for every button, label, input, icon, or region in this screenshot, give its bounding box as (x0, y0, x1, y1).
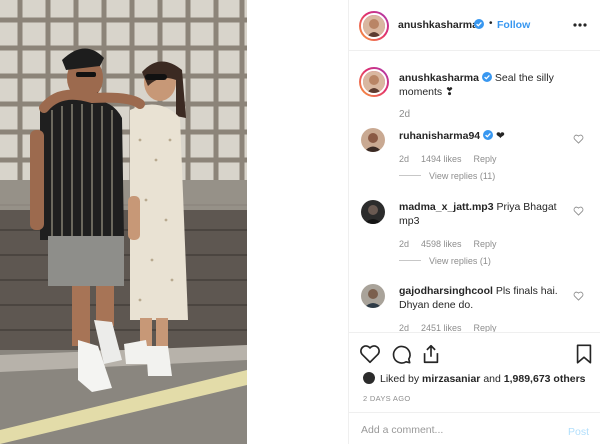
comment-avatar[interactable] (361, 200, 385, 224)
comment-username[interactable]: gajodharsinghcool (399, 285, 493, 297)
comment-likes[interactable]: 4598 likes (421, 239, 462, 249)
reply-button[interactable]: Reply (474, 239, 497, 249)
post-actions: Liked by mirzasaniar and 1,989,673 other… (349, 332, 600, 412)
comments-list[interactable]: anushkasharma Seal the silly moments ❣ 2… (349, 52, 600, 332)
comment-avatar[interactable] (361, 284, 385, 308)
liked-by-label: Liked by (380, 373, 420, 385)
caption: anushkasharma Seal the silly moments ❣ (399, 71, 589, 99)
liker-username[interactable]: mirzasaniar (422, 373, 480, 385)
author-avatar[interactable] (359, 11, 389, 41)
comment-time: 2d (399, 323, 410, 332)
comment-text: ❤ (496, 130, 505, 142)
comment-likes[interactable]: 1494 likes (421, 154, 462, 164)
heart-icon[interactable] (359, 343, 381, 365)
likes-count[interactable]: 1,989,673 others (504, 373, 586, 385)
add-comment-bar: Post (349, 412, 600, 444)
comment-time: 2d (399, 154, 410, 164)
verified-badge-icon (483, 130, 494, 140)
view-replies-button[interactable]: View replies (1) (399, 256, 491, 266)
share-icon[interactable] (420, 343, 442, 365)
view-replies-button[interactable]: View replies (11) (399, 171, 495, 181)
comment-meta: 2d 1494 likes Reply (399, 154, 509, 164)
post-comment-button[interactable]: Post (568, 426, 589, 438)
header-separator: • (489, 18, 493, 29)
reply-button[interactable]: Reply (474, 154, 497, 164)
comment-username[interactable]: ruhanisharma94 (399, 130, 480, 142)
caption-username[interactable]: anushkasharma (399, 72, 479, 84)
post-timestamp[interactable]: 2 DAYS AGO (363, 394, 410, 403)
likes-summary: Liked by mirzasaniar and 1,989,673 other… (363, 372, 586, 385)
comment: madma_x_jatt.mp3 Priya Bhagat mp3 (399, 200, 569, 228)
comment-bubble-icon[interactable] (390, 343, 412, 365)
instagram-post: anushkasharma • Follow anushkasharma Sea… (0, 0, 600, 444)
comment-like-heart-icon[interactable] (573, 291, 584, 301)
follow-button[interactable]: Follow (497, 19, 530, 31)
bookmark-icon[interactable] (573, 343, 595, 365)
more-options-icon[interactable] (573, 23, 587, 27)
verified-badge-icon (474, 19, 484, 29)
verified-badge-icon (481, 72, 492, 82)
liked-and-label: and (483, 373, 501, 385)
view-replies-label: View replies (1) (429, 256, 491, 266)
comment-meta: 2d 4598 likes Reply (399, 239, 509, 249)
author-username[interactable]: anushkasharma (398, 19, 478, 31)
comment-likes[interactable]: 2451 likes (421, 323, 462, 332)
post-photo[interactable] (0, 0, 247, 444)
post-header: anushkasharma • Follow (349, 0, 600, 51)
comment: ruhanisharma94 ❤ (399, 129, 569, 143)
comment-username[interactable]: madma_x_jatt.mp3 (399, 201, 494, 213)
caption-avatar[interactable] (359, 67, 389, 97)
comment: gajodharsinghcool Pls finals hai. Dhyan … (399, 284, 569, 312)
caption-time: 2d (399, 109, 411, 120)
comment-avatar[interactable] (361, 128, 385, 152)
comment-like-heart-icon[interactable] (573, 134, 584, 144)
comment-input[interactable] (361, 422, 551, 438)
reply-button[interactable]: Reply (474, 323, 497, 332)
comment-meta: 2d 2451 likes Reply (399, 323, 509, 332)
comment-like-heart-icon[interactable] (573, 206, 584, 216)
view-replies-label: View replies (11) (429, 171, 496, 181)
liker-avatar[interactable] (363, 372, 375, 384)
comment-time: 2d (399, 239, 410, 249)
post-photo-image (0, 0, 247, 444)
